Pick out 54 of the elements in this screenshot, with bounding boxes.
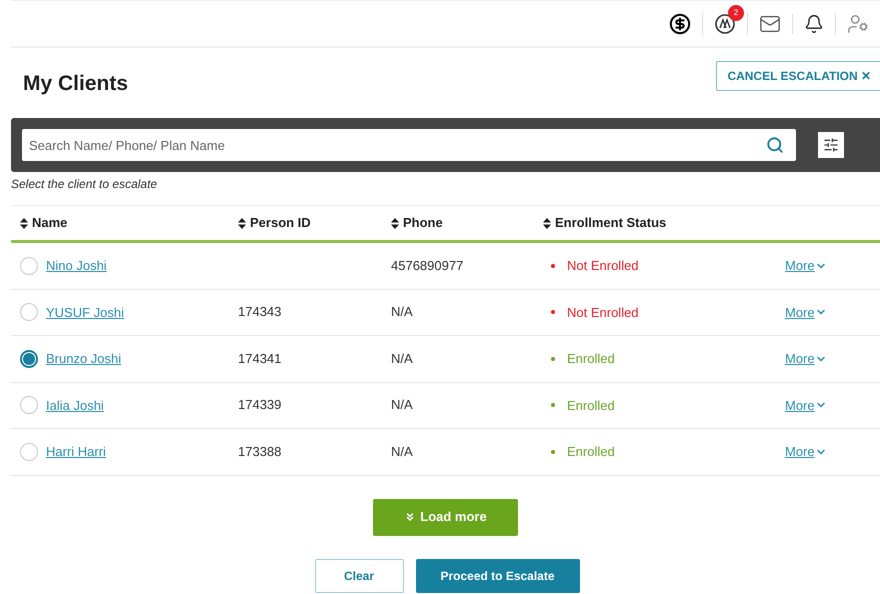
- phone-number: N/A: [391, 304, 413, 320]
- enrollment-status: Enrolled: [567, 396, 615, 414]
- cancel-escalation-button[interactable]: CANCEL ESCALATION ✕: [716, 61, 880, 91]
- phone-number: N/A: [391, 397, 413, 412]
- column-header[interactable]: Phone: [382, 213, 534, 233]
- sort-icon: [391, 218, 399, 228]
- search-icon[interactable]: [766, 136, 784, 154]
- more-link[interactable]: More: [785, 396, 827, 415]
- phone-number: 4576890977: [391, 258, 464, 273]
- column-header[interactable]: Name: [11, 213, 229, 233]
- proceed-button[interactable]: Proceed to Escalate: [416, 558, 580, 592]
- notification-badge: 2: [728, 4, 744, 20]
- user-settings-icon: [847, 12, 869, 34]
- person-id: 174341: [238, 350, 282, 366]
- search-field[interactable]: Search Name/ Phone/ Plan Name: [22, 129, 796, 161]
- phone-number: N/A: [391, 444, 413, 459]
- more-link[interactable]: More: [785, 302, 827, 322]
- load-more-button[interactable]: Load more: [373, 498, 518, 536]
- enrollment-status: Not Enrolled: [567, 304, 639, 322]
- hint-text: Select the client to escalate: [11, 176, 158, 193]
- more-link[interactable]: More: [785, 442, 827, 462]
- radio-button[interactable]: [20, 256, 38, 275]
- header-icon-button[interactable]: [804, 14, 824, 34]
- client-name-link[interactable]: Brunzo Joshi: [46, 349, 122, 368]
- sort-icon: [20, 218, 28, 228]
- phone-number: N/A: [391, 350, 413, 366]
- client-name-link[interactable]: Harri Harri: [46, 442, 106, 462]
- person-id: 174343: [238, 304, 282, 320]
- page-title: My Clients: [23, 71, 128, 98]
- radio-button[interactable]: [20, 442, 38, 461]
- sort-icon: [238, 218, 246, 228]
- dollar-icon: [669, 12, 691, 34]
- radio-button[interactable]: [20, 350, 38, 368]
- header-icon-button[interactable]: 2: [714, 4, 744, 34]
- column-header[interactable]: Person ID: [229, 213, 382, 233]
- client-name-link[interactable]: Ialia Joshi: [46, 396, 104, 415]
- more-link[interactable]: More: [785, 349, 827, 368]
- bell-icon: [804, 14, 824, 34]
- enrollment-status: Enrolled: [567, 443, 615, 461]
- radio-button[interactable]: [20, 303, 38, 322]
- person-id: 174339: [238, 397, 282, 412]
- column-header[interactable]: Enrollment Status: [534, 213, 772, 233]
- filter-button[interactable]: [818, 132, 844, 158]
- header-icon-button[interactable]: [669, 12, 691, 34]
- filter-icon: [823, 137, 839, 153]
- client-name-link[interactable]: YUSUF Joshi: [46, 302, 124, 322]
- radio-button[interactable]: [20, 396, 38, 414]
- client-name-link[interactable]: Nino Joshi: [46, 256, 107, 276]
- enrollment-status: Enrolled: [567, 350, 615, 368]
- enrollment-status: Not Enrolled: [567, 257, 639, 275]
- person-id: 173388: [238, 444, 282, 459]
- sort-icon: [543, 218, 551, 228]
- more-link[interactable]: More: [785, 256, 827, 276]
- clear-button[interactable]: Clear: [314, 558, 404, 592]
